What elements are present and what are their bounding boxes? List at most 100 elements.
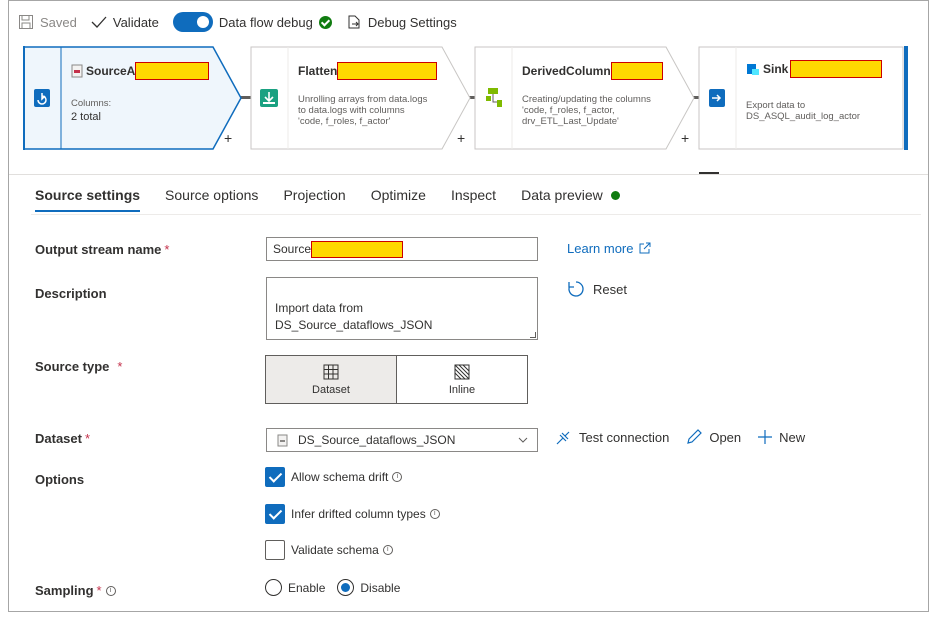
sink-node-name: Sink <box>763 62 789 76</box>
reset-button[interactable]: Reset <box>567 280 627 298</box>
add-transformation-button[interactable]: + <box>224 130 232 146</box>
tab-label: Projection <box>283 187 346 203</box>
source-type-inline-option[interactable]: Inline <box>396 355 528 404</box>
tab-source-options[interactable]: Source options <box>165 187 258 212</box>
radio-circle[interactable] <box>265 579 282 596</box>
sink-node[interactable]: Sink Export data to DS_ASQL_audit_log_ac… <box>698 46 904 150</box>
sampling-enable-radio[interactable]: Enable <box>265 579 325 596</box>
new-label: New <box>779 429 806 445</box>
infer-drifted-types-checkbox[interactable]: Infer drifted column types i <box>265 504 440 524</box>
required-marker: * <box>84 431 91 446</box>
tab-label: Data preview <box>521 187 603 203</box>
resize-handle[interactable] <box>530 332 536 338</box>
source-node-name: SourceA <box>86 64 136 78</box>
sampling-disable-radio[interactable]: Disable <box>337 579 400 596</box>
checkbox-box[interactable] <box>265 504 285 524</box>
sink-node-content: Sink Export data to DS_ASQL_audit_log_ac… <box>746 60 883 122</box>
tab-inspect[interactable]: Inspect <box>451 187 496 212</box>
info-icon[interactable]: i <box>429 509 440 519</box>
label-text: Sampling <box>35 583 94 598</box>
selection-bar <box>904 46 908 150</box>
flatten-node[interactable]: Flatten Unrolling arrays from data.logs … <box>250 46 472 150</box>
derived-column-icon <box>474 46 512 150</box>
reset-icon <box>568 281 584 297</box>
add-transformation-button[interactable]: + <box>457 130 465 146</box>
canvas-scroll-handle[interactable] <box>699 172 719 174</box>
json-file-icon <box>71 64 83 78</box>
required-marker: * <box>96 583 102 598</box>
validate-button[interactable]: Validate <box>91 15 159 30</box>
allow-schema-drift-checkbox[interactable]: Allow schema drift i <box>265 467 403 487</box>
derived-column-node-name: DerivedColumn <box>522 64 611 78</box>
debug-status-check-icon <box>318 15 332 29</box>
inline-hatch-icon <box>454 364 470 379</box>
saved-button[interactable]: Saved <box>18 14 77 30</box>
enable-label: Enable <box>288 580 326 595</box>
redaction-box <box>610 62 663 80</box>
derived-column-node[interactable]: DerivedColumn Creating/updating the colu… <box>474 46 696 150</box>
sink-node-description: Export data to DS_ASQL_audit_log_actor <box>746 100 861 122</box>
info-icon[interactable]: i <box>392 472 403 482</box>
radio-circle[interactable] <box>337 579 355 596</box>
preview-status-dot <box>610 190 620 200</box>
source-columns-count: 2 total <box>71 111 101 123</box>
dataset-label: Dataset * <box>35 431 90 446</box>
settings-tabs: Source settings Source options Projectio… <box>35 187 645 212</box>
output-stream-input[interactable]: Source <box>266 237 538 261</box>
debug-settings-icon <box>348 15 360 29</box>
add-transformation-button[interactable]: + <box>681 130 689 146</box>
table-icon <box>323 364 339 379</box>
data-flow-debug-label: Data flow debug <box>218 14 313 30</box>
redaction-box <box>790 60 883 78</box>
new-dataset-button[interactable]: New <box>757 429 805 445</box>
checkbox-box[interactable] <box>265 540 285 560</box>
source-node[interactable]: SourceA Columns: 2 total + <box>23 46 243 150</box>
tab-projection[interactable]: Projection <box>283 187 345 212</box>
redaction-box <box>337 62 438 80</box>
dataset-value: DS_Source_dataflows_JSON <box>298 433 456 447</box>
toolbar: Saved Validate Data flow debug Debug Set… <box>9 1 928 43</box>
open-label: Open <box>709 429 742 445</box>
checkbox-box[interactable] <box>265 467 285 487</box>
required-marker: * <box>117 359 123 374</box>
redaction-box <box>135 62 210 80</box>
tab-label: Inspect <box>450 187 497 203</box>
pencil-icon <box>687 429 703 444</box>
toggle-switch[interactable] <box>172 12 213 32</box>
validate-schema-checkbox[interactable]: Validate schema i <box>265 540 393 560</box>
data-flow-editor: Saved Validate Data flow debug Debug Set… <box>8 0 929 612</box>
info-icon[interactable]: i <box>382 545 393 555</box>
learn-more-link[interactable]: Learn more <box>567 241 651 256</box>
tab-source-settings[interactable]: Source settings <box>35 187 141 212</box>
selection-bar <box>23 46 25 150</box>
tab-optimize[interactable]: Optimize <box>371 187 426 212</box>
tab-data-preview[interactable]: Data preview <box>521 187 620 212</box>
learn-more-text: Learn more <box>567 241 634 256</box>
sink-icon <box>698 46 736 150</box>
derived-column-node-title: DerivedColumn <box>522 62 663 80</box>
saved-label: Saved <box>40 14 77 30</box>
open-dataset-button[interactable]: Open <box>685 428 741 446</box>
source-type-dataset-option[interactable]: Dataset <box>265 355 397 404</box>
debug-settings-button[interactable]: Debug Settings <box>346 14 457 30</box>
source-node-content: SourceA Columns: 2 total <box>71 62 210 123</box>
output-stream-label: Output stream name * <box>35 242 169 257</box>
info-icon[interactable]: i <box>105 586 116 596</box>
external-link-icon <box>639 242 651 254</box>
flatten-node-description: Unrolling arrays from data.logs to data.… <box>298 94 428 127</box>
plus-icon <box>758 430 773 444</box>
flatten-node-name: Flatten <box>298 64 338 78</box>
data-flow-debug-toggle[interactable]: Data flow debug <box>172 12 332 32</box>
debug-settings-label: Debug Settings <box>367 14 457 30</box>
flatten-node-content: Flatten Unrolling arrays from data.logs … <box>298 62 438 127</box>
derived-column-node-content: DerivedColumn Creating/updating the colu… <box>522 62 663 127</box>
sampling-label: Sampling * i <box>35 583 116 598</box>
source-type-label: Source type * <box>35 359 122 374</box>
label-text: Dataset <box>35 431 82 446</box>
chevron-down-icon <box>518 437 528 443</box>
allow-schema-drift-label: Allow schema drift <box>291 470 389 484</box>
dataset-select[interactable]: DS_Source_dataflows_JSON <box>266 428 538 452</box>
tabs-divider <box>31 214 921 215</box>
test-connection-button[interactable]: Test connection <box>555 428 669 446</box>
description-textarea[interactable]: Import data from DS_Source_dataflows_JSO… <box>266 277 538 340</box>
